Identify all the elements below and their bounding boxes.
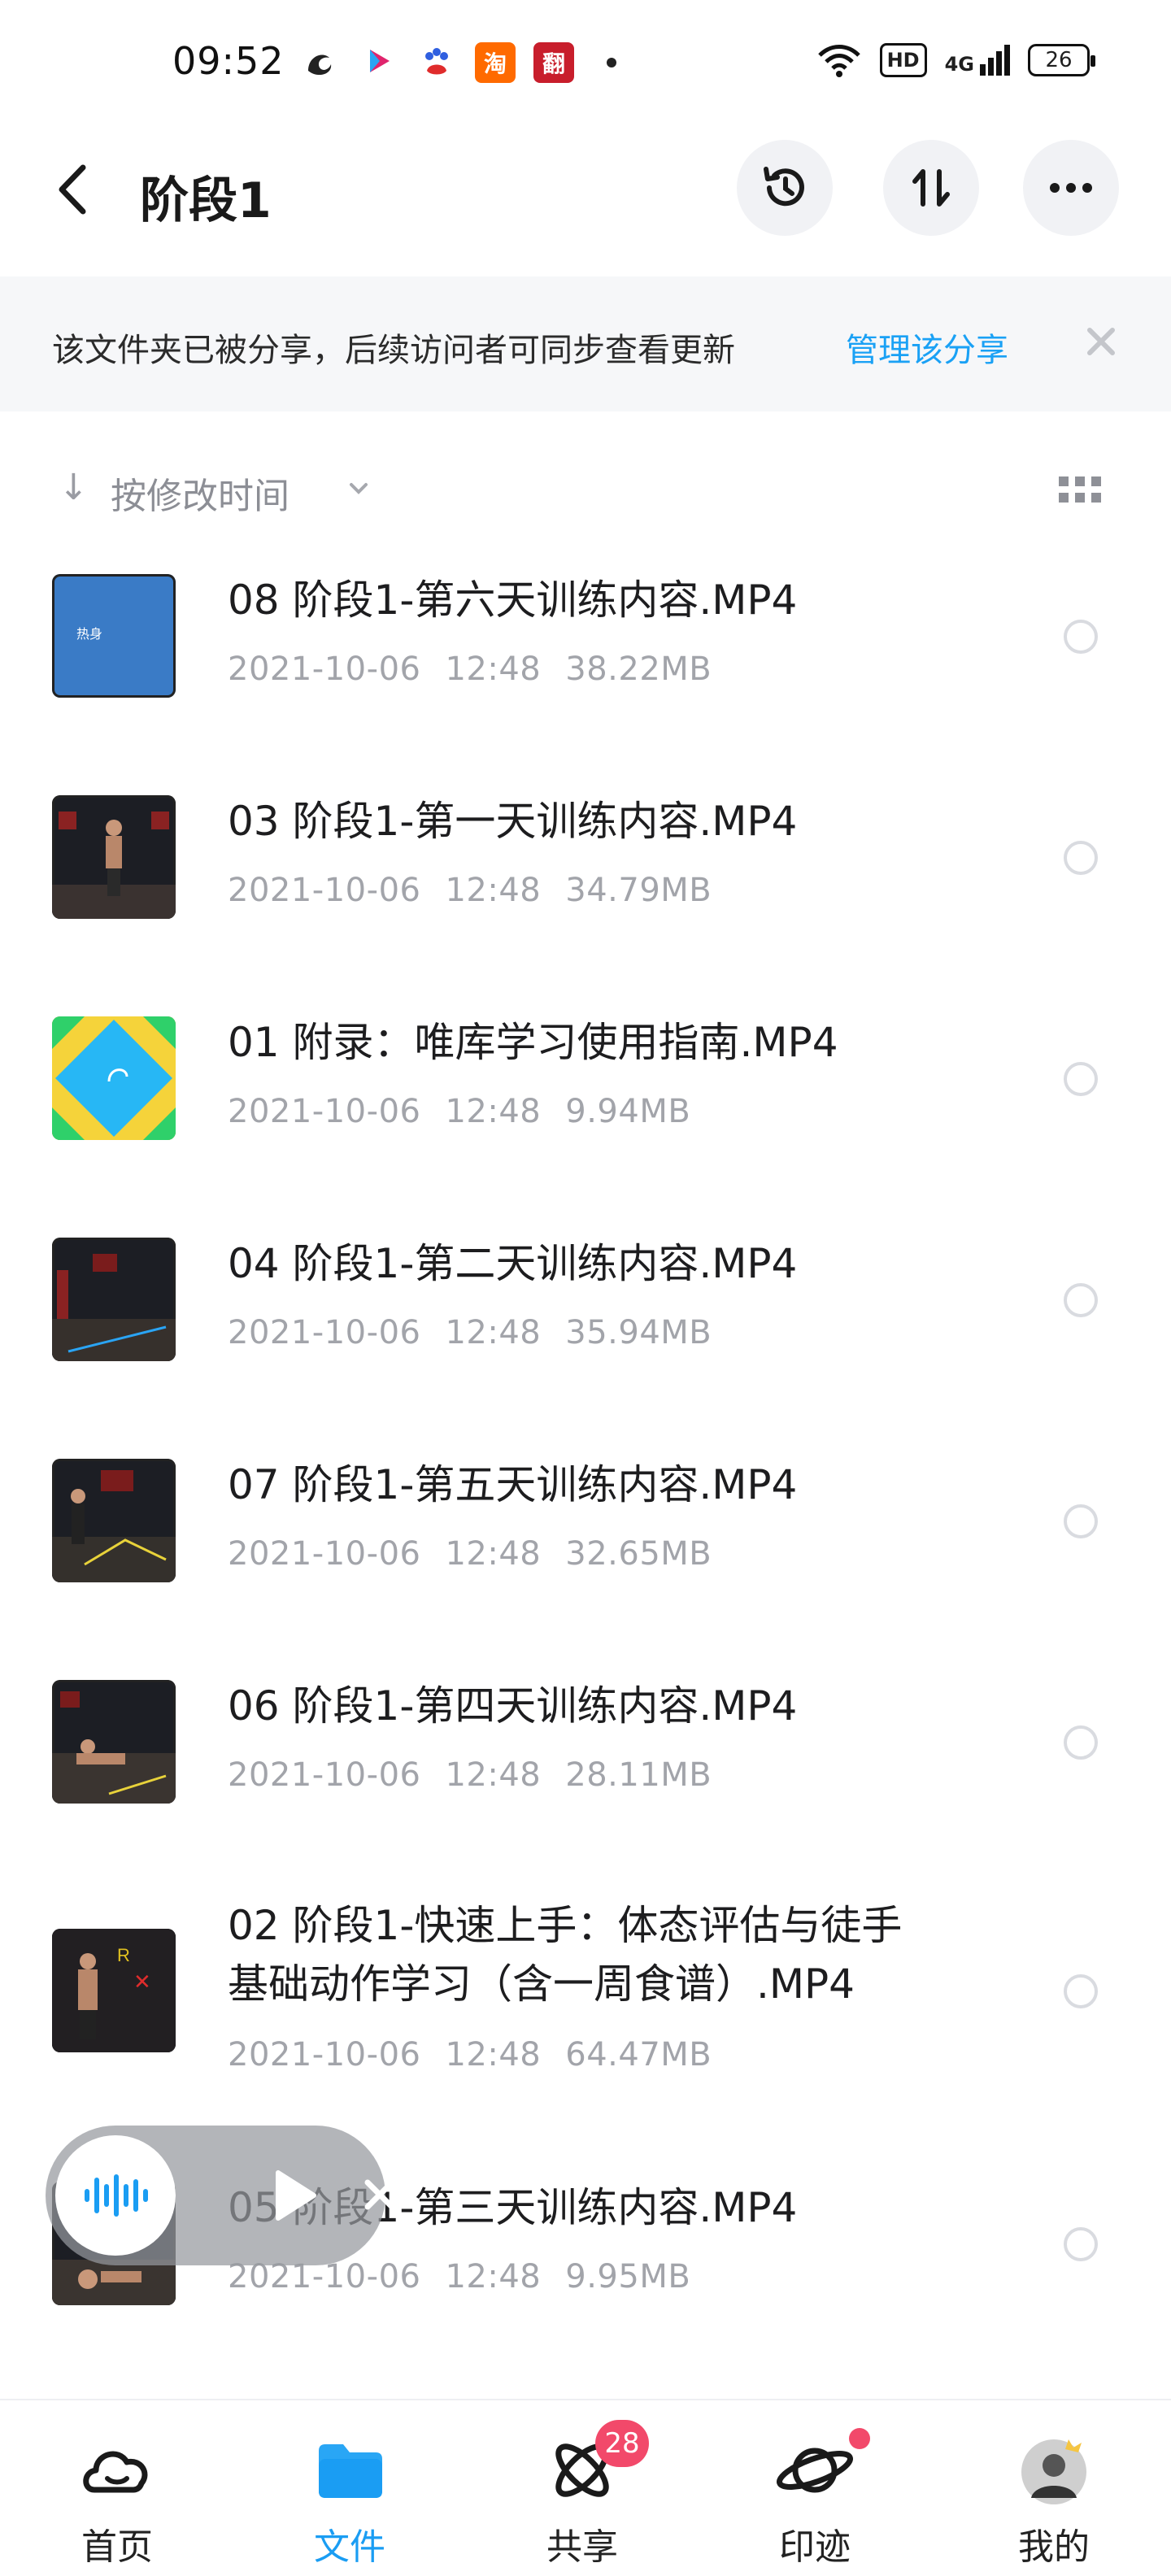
history-icon (764, 167, 804, 207)
audio-wave-button[interactable] (55, 2135, 176, 2256)
fanyi-icon: 翻 (533, 42, 574, 83)
select-checkbox[interactable] (1064, 841, 1098, 875)
nav-profile[interactable]: 我的 (973, 2400, 1135, 2576)
more-dots-icon (1050, 183, 1092, 193)
select-checkbox[interactable] (1064, 620, 1098, 654)
more-button[interactable] (1023, 140, 1119, 236)
play-button[interactable] (272, 2168, 320, 2223)
uc-browser-icon (299, 42, 340, 83)
sort-bar: ↓ 按修改时间 (0, 455, 1171, 520)
play-icon (276, 2170, 316, 2221)
nav-footprint[interactable]: 印迹 (734, 2400, 896, 2576)
select-checkbox[interactable] (1064, 1725, 1098, 1760)
hd-indicator: HD (879, 43, 927, 77)
video-thumbnail: R ✕ (52, 1929, 176, 2052)
file-meta: 2021-10-06 12:48 28.11MB (228, 1756, 712, 1794)
banner-close-button[interactable] (1082, 322, 1121, 361)
share-banner: 该文件夹已被分享，后续访问者可同步查看更新 管理该分享 (0, 276, 1171, 411)
select-checkbox[interactable] (1064, 1974, 1098, 2008)
file-name: 04 阶段1-第二天训练内容.MP4 (228, 1240, 798, 1287)
file-name: 03 阶段1-第一天训练内容.MP4 (228, 798, 798, 845)
youku-icon (358, 42, 398, 83)
bottom-nav: 首页 文件 28 共享 印迹 我的 (0, 2399, 1171, 2576)
video-thumbnail (52, 1680, 176, 1804)
grid-view-button[interactable] (1057, 473, 1103, 506)
file-meta: 2021-10-06 12:48 64.47MB (228, 2036, 712, 2073)
file-row[interactable]: 07 阶段1-第五天训练内容.MP4 2021-10-06 12:48 32.65M… (0, 1446, 1171, 1667)
svg-text:✕: ✕ (133, 1969, 151, 1994)
nav-label: 我的 (1018, 2526, 1090, 2568)
status-indicators: HD 4G 26 (816, 42, 1095, 78)
audio-wave-icon (85, 2174, 148, 2217)
file-row[interactable]: 06 阶段1-第四天训练内容.MP4 2021-10-06 12:48 28.11M… (0, 1667, 1171, 1888)
cloud-icon (83, 2451, 148, 2493)
floating-audio-player[interactable] (46, 2126, 395, 2265)
header: 阶段1 (0, 130, 1171, 276)
sort-direction-icon[interactable]: ↓ (59, 467, 89, 508)
wifi-icon (817, 45, 860, 77)
chevron-left-icon (59, 164, 86, 215)
select-checkbox[interactable] (1064, 2227, 1098, 2261)
nav-label: 首页 (81, 2526, 153, 2568)
select-checkbox[interactable] (1064, 1504, 1098, 1538)
file-row[interactable]: 04 阶段1-第二天训练内容.MP4 2021-10-06 12:48 35.94M… (0, 1225, 1171, 1446)
file-meta: 2021-10-06 12:48 32.65MB (228, 1535, 712, 1573)
select-checkbox[interactable] (1064, 1283, 1098, 1317)
close-icon (1087, 328, 1115, 355)
nav-home[interactable]: 首页 (36, 2400, 198, 2576)
file-meta: 2021-10-06 12:48 34.79MB (228, 872, 712, 909)
video-thumbnail (52, 1016, 176, 1140)
file-name: 07 阶段1-第五天训练内容.MP4 (228, 1461, 798, 1508)
manage-share-link[interactable]: 管理该分享 (846, 324, 1008, 371)
nav-label: 共享 (546, 2526, 618, 2568)
folder-icon (319, 2444, 382, 2498)
planet-icon (777, 2448, 853, 2493)
nav-share[interactable]: 28 共享 (501, 2400, 664, 2576)
video-thumbnail (52, 795, 176, 919)
status-bar: 09:52 淘 翻 HD 4G 26 (0, 0, 1171, 130)
share-banner-text: 该文件夹已被分享，后续访问者可同步查看更新 (52, 332, 735, 369)
notification-dot (849, 2428, 870, 2449)
more-notifications-dot (607, 58, 616, 67)
chevron-down-icon[interactable] (345, 475, 372, 503)
sort-label[interactable]: 按修改时间 (111, 467, 289, 519)
status-time: 09:52 (172, 39, 285, 83)
nav-label: 文件 (314, 2526, 385, 2568)
taobao-icon: 淘 (475, 42, 516, 83)
baidu-icon (416, 42, 457, 83)
share-count-badge: 28 (595, 2420, 649, 2467)
back-button[interactable] (50, 161, 99, 218)
svg-text:R: R (117, 1945, 130, 1965)
file-name-line2: 基础动作学习（含一周食谱）.MP4 (228, 1960, 855, 2008)
battery-indicator: 26 (1028, 44, 1095, 76)
file-name: 01 附录：唯库学习使用指南.MP4 (228, 1019, 838, 1066)
avatar (1021, 2439, 1086, 2504)
nav-files[interactable]: 文件 (268, 2400, 431, 2576)
network-type: 4G (944, 53, 974, 76)
file-meta: 2021-10-06 12:48 35.94MB (228, 1314, 712, 1351)
file-name: 06 阶段1-第四天训练内容.MP4 (228, 1682, 798, 1730)
history-button[interactable] (737, 140, 833, 236)
video-thumbnail (52, 1238, 176, 1361)
file-row[interactable]: 03 阶段1-第一天训练内容.MP4 2021-10-06 12:48 34.79M… (0, 782, 1171, 1003)
status-app-icons: 淘 翻 (299, 42, 616, 83)
signal-indicator: 4G (945, 45, 1010, 76)
transfer-button[interactable] (883, 140, 979, 236)
player-close-button[interactable] (361, 2176, 398, 2213)
file-meta: 2021-10-06 12:48 9.94MB (228, 1093, 691, 1130)
file-row[interactable]: 热身 08 阶段1-第六天训练内容.MP4 2021-10-06 12:48 38.… (0, 561, 1171, 782)
nav-label: 印迹 (779, 2526, 851, 2568)
grid-icon (1059, 476, 1101, 503)
video-thumbnail (52, 1459, 176, 1582)
up-down-arrows-icon (912, 169, 950, 207)
file-name: 02 阶段1-快速上手：体态评估与徒手 基础动作学习（含一周食谱）.MP4 (228, 1896, 1008, 2013)
file-row[interactable]: 01 附录：唯库学习使用指南.MP4 2021-10-06 12:48 9.94MB (0, 1003, 1171, 1225)
file-name: 08 阶段1-第六天训练内容.MP4 (228, 577, 798, 624)
page-title: 阶段1 (140, 172, 272, 229)
close-icon (364, 2179, 395, 2210)
video-thumbnail: 热身 (52, 574, 176, 698)
file-name-line1: 02 阶段1-快速上手：体态评估与徒手 (228, 1902, 903, 1949)
file-meta: 2021-10-06 12:48 38.22MB (228, 651, 712, 688)
select-checkbox[interactable] (1064, 1062, 1098, 1096)
